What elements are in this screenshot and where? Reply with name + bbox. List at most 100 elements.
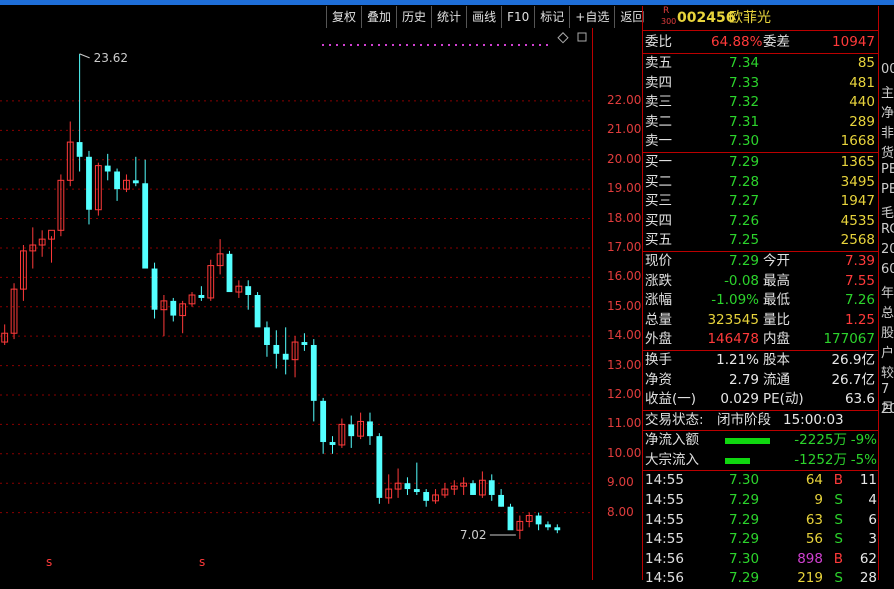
- toolbar-item-7[interactable]: +自选: [569, 6, 614, 28]
- stat-row: 涨跌 -0.08 最高 7.55: [643, 272, 879, 292]
- candle-body: [198, 295, 205, 298]
- axis-label: 11.00: [607, 416, 642, 431]
- axis-label: 15.00: [607, 298, 642, 313]
- ask-price: 7.31: [729, 113, 760, 130]
- candle-body: [423, 492, 430, 501]
- tick-count: 3: [868, 531, 877, 548]
- tick-time: 14:55: [645, 511, 684, 528]
- tick-row[interactable]: 14:55 7.29 9 S 4: [643, 491, 879, 511]
- bid-price: 7.27: [729, 193, 760, 210]
- stat-label: 外盘: [645, 331, 672, 348]
- axis-label: 16.00: [607, 269, 642, 284]
- candle-body: [376, 436, 383, 498]
- toolbar-item-4[interactable]: 画线: [466, 6, 501, 28]
- tick-time: 14:56: [645, 570, 684, 587]
- tick-price: 7.29: [729, 511, 760, 528]
- bid-price: 7.29: [729, 153, 760, 170]
- stat-value: 7.29: [728, 252, 759, 269]
- tick-list[interactable]: 14:55 7.30 64 B 11 14:55 7.29 9 S 4 14:55 7.29 63 S 6 1…: [643, 470, 879, 589]
- ask-label: 卖一: [645, 133, 672, 150]
- edge-item: PE: [881, 182, 894, 197]
- candle-body: [498, 494, 505, 507]
- tick-price: 7.30: [729, 550, 760, 567]
- stat-label: PE(动): [763, 391, 804, 408]
- share-stat-row: 收益(一) 0.029 PE(动) 63.6: [643, 390, 879, 410]
- ask-volume: 1668: [840, 133, 875, 150]
- ask-price: 7.32: [729, 94, 760, 111]
- toolbar-item-0[interactable]: 复权: [326, 6, 361, 28]
- bid-volume: 2568: [840, 232, 875, 249]
- toolbar-item-3[interactable]: 统计: [431, 6, 466, 28]
- f10-edge-panel: 00主净非货PEPE毛RC2060年总股户较7月20: [878, 6, 894, 580]
- ask-label: 卖二: [645, 113, 672, 130]
- bid-book: 买一 7.29 1365 买二 7.28 3495 买三 7.27 1947 买四 7.26 4535…: [643, 151, 879, 251]
- candle-body: [545, 524, 551, 528]
- ask-price: 7.33: [729, 74, 760, 91]
- tick-row[interactable]: 14:56 7.30 898 B 62: [643, 550, 879, 570]
- flow-value: -1252万: [794, 451, 847, 468]
- bid-price: 7.25: [729, 232, 760, 249]
- candle-body: [413, 489, 420, 493]
- kline-chart[interactable]: 23.62 7.02 s s: [0, 28, 592, 580]
- flow-label: 净流入额: [645, 432, 699, 449]
- ask-volume: 440: [849, 94, 875, 111]
- tick-count: 4: [868, 492, 877, 509]
- trade-status-value: 闭市阶段: [717, 411, 771, 428]
- ask-row: 卖三 7.32 440: [643, 93, 879, 113]
- candle-body: [329, 442, 336, 445]
- stat-label: 流通: [763, 371, 790, 388]
- stat-value: 323545: [707, 311, 759, 328]
- ask-volume: 85: [857, 55, 875, 71]
- bid-label: 买三: [645, 193, 672, 210]
- tick-time: 14:55: [645, 531, 684, 548]
- edge-item: 净: [881, 106, 894, 121]
- tick-row[interactable]: 14:55 7.29 63 S 6: [643, 511, 879, 531]
- bid-row: 买三 7.27 1947: [643, 192, 879, 212]
- candle-body: [367, 421, 373, 437]
- candle-body: [310, 344, 317, 401]
- tick-count: 11: [859, 472, 877, 489]
- stat-label: 今开: [763, 252, 790, 269]
- candle-body: [282, 353, 289, 360]
- stat-value: 63.6: [844, 391, 875, 408]
- stat-value: -1.09%: [711, 292, 759, 309]
- stat-label: 换手: [645, 351, 672, 368]
- toolbar-item-6[interactable]: 标记: [534, 6, 569, 28]
- ask-price: 7.34: [729, 55, 760, 71]
- axis-label: 18.00: [607, 210, 642, 225]
- stat-label: 涨幅: [645, 292, 672, 309]
- edge-item: 20: [881, 242, 894, 257]
- edge-item: 货: [881, 146, 894, 161]
- tick-side: B: [833, 550, 843, 567]
- tick-volume: 219: [797, 570, 823, 587]
- ask-volume: 481: [849, 74, 875, 91]
- tick-row[interactable]: 14:55 7.29 56 S 3: [643, 530, 879, 550]
- bid-price: 7.28: [729, 173, 760, 190]
- tick-row[interactable]: 14:55 7.30 64 B 11: [643, 471, 879, 491]
- flow-row: 净流入额 -2225万 -9%: [643, 431, 879, 451]
- stat-label: 最高: [763, 272, 790, 289]
- trade-status-label: 交易状态:: [645, 411, 704, 428]
- ask-label: 卖四: [645, 74, 672, 91]
- toolbar-item-5[interactable]: F10: [501, 6, 534, 28]
- bid-volume: 1365: [840, 153, 875, 170]
- ask-row: 卖二 7.31 289: [643, 113, 879, 133]
- ask-label: 卖五: [645, 55, 672, 71]
- flow-value: -2225万: [794, 432, 847, 449]
- toolbar-item-1[interactable]: 叠加: [361, 6, 396, 28]
- edge-item: 毛: [881, 206, 894, 221]
- edge-item: 60: [881, 262, 894, 277]
- trade-status-row: 交易状态: 闭市阶段 15:00:03: [643, 409, 879, 431]
- candle-body: [86, 156, 92, 210]
- bid-price: 7.26: [729, 212, 760, 229]
- toolbar: 复权 叠加 历史 统计 画线 F10 标记 +自选 返回: [326, 6, 649, 28]
- tick-row[interactable]: 14:56 7.29 219 S 28: [643, 569, 879, 589]
- candle-body: [507, 506, 514, 531]
- candle-body: [470, 483, 476, 495]
- stat-label: 内盘: [763, 331, 790, 348]
- flow-pct: -5%: [850, 451, 877, 468]
- candle-body: [554, 527, 561, 531]
- weibi-row: 委比 64.88% 委差 10947: [643, 31, 879, 53]
- toolbar-item-2[interactable]: 历史: [396, 6, 431, 28]
- stat-value: 2.79: [728, 371, 759, 388]
